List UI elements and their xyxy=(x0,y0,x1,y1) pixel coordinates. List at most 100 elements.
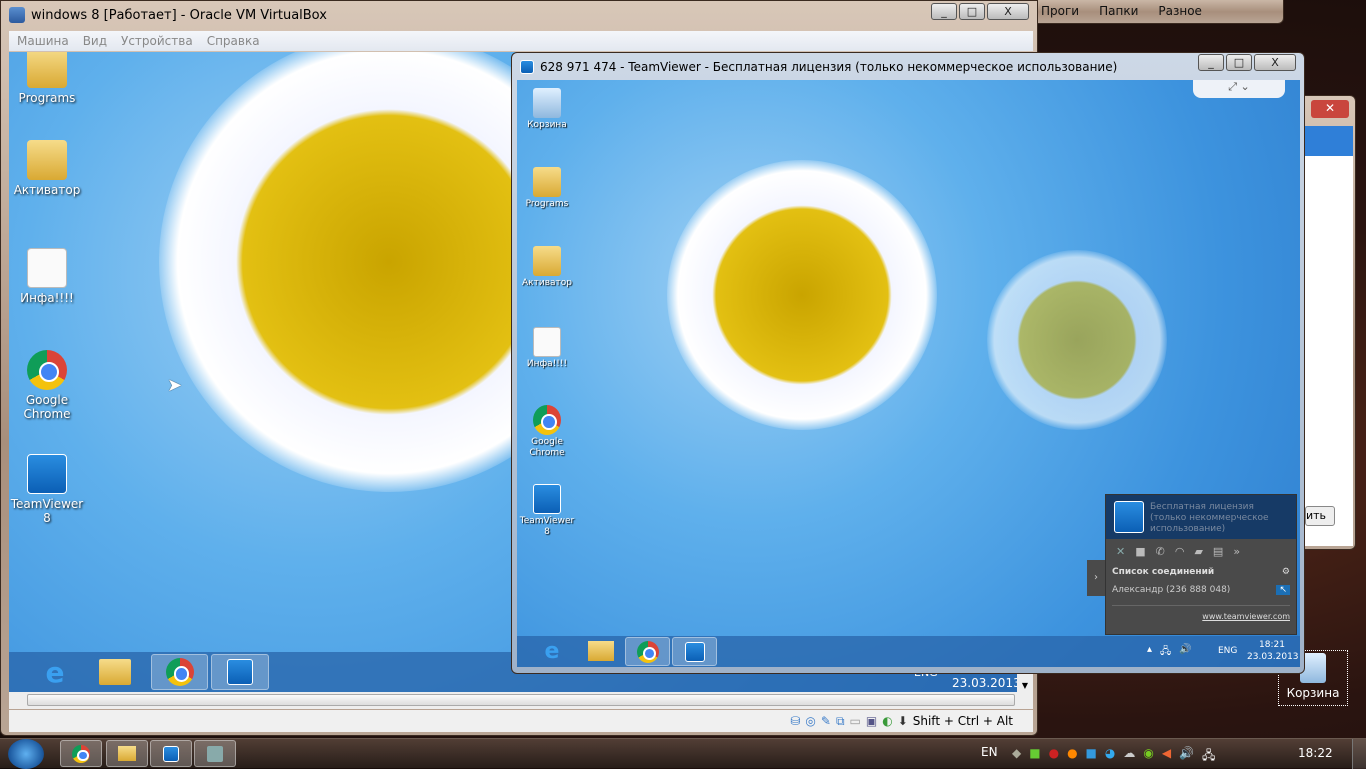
desktop-icon-programs[interactable]: Programs xyxy=(9,52,85,105)
status-bar: ⛁ ◎ ✎ ⧉ ▭ ▣ ◐ ⬇ Shift + Ctrl + Alt xyxy=(9,710,1033,732)
remote-toolbar-toggle[interactable]: ⤢ ⌄ xyxy=(1193,80,1285,98)
network-icon[interactable]: 🖧 xyxy=(1160,644,1171,661)
optical-drive-icon[interactable]: ◎ xyxy=(805,714,815,728)
taskbar-teamviewer[interactable] xyxy=(672,637,717,666)
host-key-label: Shift + Ctrl + Alt xyxy=(912,714,1013,728)
menu-help[interactable]: Справка xyxy=(207,34,260,48)
host-explorer-window: Проги Папки Разное xyxy=(1030,0,1284,24)
pointer-icon[interactable]: ↖ xyxy=(1276,585,1290,595)
close-button[interactable]: X xyxy=(987,3,1029,20)
side-window-button[interactable]: ить xyxy=(1305,506,1335,526)
video-icon[interactable]: ■ xyxy=(1135,545,1145,558)
tray-orange-icon[interactable]: ● xyxy=(1067,746,1077,767)
teamviewer-icon xyxy=(533,484,561,514)
guest-date: 23.03.2013 xyxy=(952,676,1017,690)
shared-folders-icon[interactable]: ▭ xyxy=(850,714,861,728)
hard-disk-icon[interactable]: ⛁ xyxy=(790,714,800,728)
host-clock[interactable]: 18:22 xyxy=(1298,746,1333,760)
tray-cloud-icon[interactable]: ☁ xyxy=(1123,746,1135,767)
tray-teamviewer-icon[interactable]: ■ xyxy=(1086,746,1097,767)
close-button[interactable]: X xyxy=(1254,54,1296,71)
mouse-cursor-icon: ➤ xyxy=(167,375,183,396)
network-icon[interactable]: ⧉ xyxy=(836,714,845,729)
chrome-icon xyxy=(636,640,659,663)
remote-lang[interactable]: ENG xyxy=(1218,646,1237,656)
tray-antivirus-icon[interactable]: ● xyxy=(1049,746,1059,767)
chat-icon[interactable]: ▰ xyxy=(1194,545,1202,558)
start-button[interactable] xyxy=(8,739,44,769)
connections-header[interactable]: Список соединений xyxy=(1112,567,1214,577)
chrome-icon xyxy=(72,744,90,763)
volume-icon[interactable]: 🔊 xyxy=(1179,644,1191,661)
show-hidden-icons[interactable]: ▴ xyxy=(1147,644,1152,661)
teamviewer-icon xyxy=(684,641,705,662)
tray-update-icon[interactable]: ◕ xyxy=(1105,746,1115,767)
ie-icon[interactable]: e xyxy=(37,654,73,690)
toolbar-raznoe[interactable]: Разное xyxy=(1158,4,1202,18)
network-icon[interactable]: 🖧 xyxy=(1202,746,1215,767)
host-lang[interactable]: EN xyxy=(981,745,998,759)
virtualization-icon[interactable]: ◐ xyxy=(882,714,892,728)
remote-icon-info[interactable]: Инфа!!!! xyxy=(518,327,576,370)
remote-screen[interactable]: ⤢ ⌄ Корзина Programs Активатор Инфа!!!! … xyxy=(517,80,1300,667)
window-title: windows 8 [Работает] - Oracle VM Virtual… xyxy=(31,8,327,23)
host-taskbar-chrome[interactable] xyxy=(60,740,102,767)
maximize-button[interactable]: □ xyxy=(959,3,985,20)
explorer-icon[interactable] xyxy=(99,659,131,685)
more-icon[interactable]: » xyxy=(1233,545,1240,558)
tray-app-icon[interactable]: ◆ xyxy=(1012,746,1021,767)
host-taskbar-virtualbox[interactable] xyxy=(194,740,236,767)
toolbar-papki[interactable]: Папки xyxy=(1099,4,1138,18)
settings-gear-icon[interactable]: ⚙ xyxy=(1282,567,1290,577)
remote-icon-teamviewer[interactable]: TeamViewer 8 xyxy=(518,484,576,538)
menu-view[interactable]: Вид xyxy=(83,34,107,48)
connection-entry[interactable]: Александр (236 888 048) xyxy=(1112,585,1230,595)
usb-icon[interactable]: ✎ xyxy=(821,714,831,728)
volume-icon[interactable]: 🔊 xyxy=(1179,746,1194,767)
toolbar-progi[interactable]: Проги xyxy=(1041,4,1079,18)
horizontal-scrollbar[interactable] xyxy=(9,692,1033,709)
desktop-icon-chrome[interactable]: Google Chrome xyxy=(9,350,85,421)
recycle-bin-label: Корзина xyxy=(1286,686,1340,700)
show-desktop-button[interactable] xyxy=(1352,739,1366,769)
remote-clock[interactable]: 18:21 23.03.2013 xyxy=(1247,639,1299,663)
host-taskbar-explorer[interactable] xyxy=(106,740,148,767)
desktop-icon-info[interactable]: Инфа!!!! xyxy=(9,248,85,305)
keyboard-capture-icon[interactable]: ⬇ xyxy=(898,714,908,728)
teamviewer-window: 628 971 474 - TeamViewer - Бесплатная ли… xyxy=(511,52,1305,674)
ie-icon[interactable]: e xyxy=(537,637,567,666)
minimize-button[interactable]: _ xyxy=(931,3,957,20)
menu-machine[interactable]: Машина xyxy=(17,34,69,48)
explorer-icon[interactable] xyxy=(588,641,614,661)
desktop-icon-teamviewer[interactable]: TeamViewer 8 xyxy=(9,454,85,525)
close-icon[interactable]: ✕ xyxy=(1311,100,1349,118)
teamviewer-icon xyxy=(227,659,253,685)
tray-nvidia-icon[interactable]: ◉ xyxy=(1143,746,1153,767)
close-session-icon[interactable]: ✕ xyxy=(1116,545,1125,558)
teamviewer-icon xyxy=(163,745,179,762)
remote-icon-activator[interactable]: Активатор xyxy=(518,246,576,289)
maximize-button[interactable]: □ xyxy=(1226,54,1252,71)
panel-collapse-arrow-icon[interactable]: › xyxy=(1087,560,1105,596)
taskbar-chrome[interactable] xyxy=(151,654,208,690)
daisy-wallpaper xyxy=(667,160,937,430)
remote-icon-programs[interactable]: Programs xyxy=(518,167,576,210)
taskbar-chrome[interactable] xyxy=(625,637,670,666)
headset-icon[interactable]: ◠ xyxy=(1175,545,1185,558)
remote-icon-recycle-bin[interactable]: Корзина xyxy=(518,88,576,131)
menu-devices[interactable]: Устройства xyxy=(121,34,193,48)
teamviewer-link[interactable]: www.teamviewer.com xyxy=(1106,612,1296,621)
host-taskbar: EN ◆ ■ ● ● ■ ◕ ☁ ◉ ◀ 🔊 🖧 18:22 xyxy=(0,738,1366,769)
tray-speaker-red-icon[interactable]: ◀ xyxy=(1162,746,1171,767)
teamviewer-icon xyxy=(520,60,534,74)
voip-icon[interactable]: ✆ xyxy=(1156,545,1165,558)
taskbar-teamviewer[interactable] xyxy=(211,654,269,690)
host-taskbar-teamviewer[interactable] xyxy=(150,740,192,767)
files-icon[interactable]: ▤ xyxy=(1213,545,1223,558)
chrome-icon xyxy=(165,658,194,686)
remote-icon-chrome[interactable]: Google Chrome xyxy=(518,405,576,459)
vrde-icon[interactable]: ▣ xyxy=(866,714,877,728)
tray-check-icon[interactable]: ■ xyxy=(1029,746,1040,767)
desktop-icon-activator[interactable]: Активатор xyxy=(9,140,85,197)
minimize-button[interactable]: _ xyxy=(1198,54,1224,71)
